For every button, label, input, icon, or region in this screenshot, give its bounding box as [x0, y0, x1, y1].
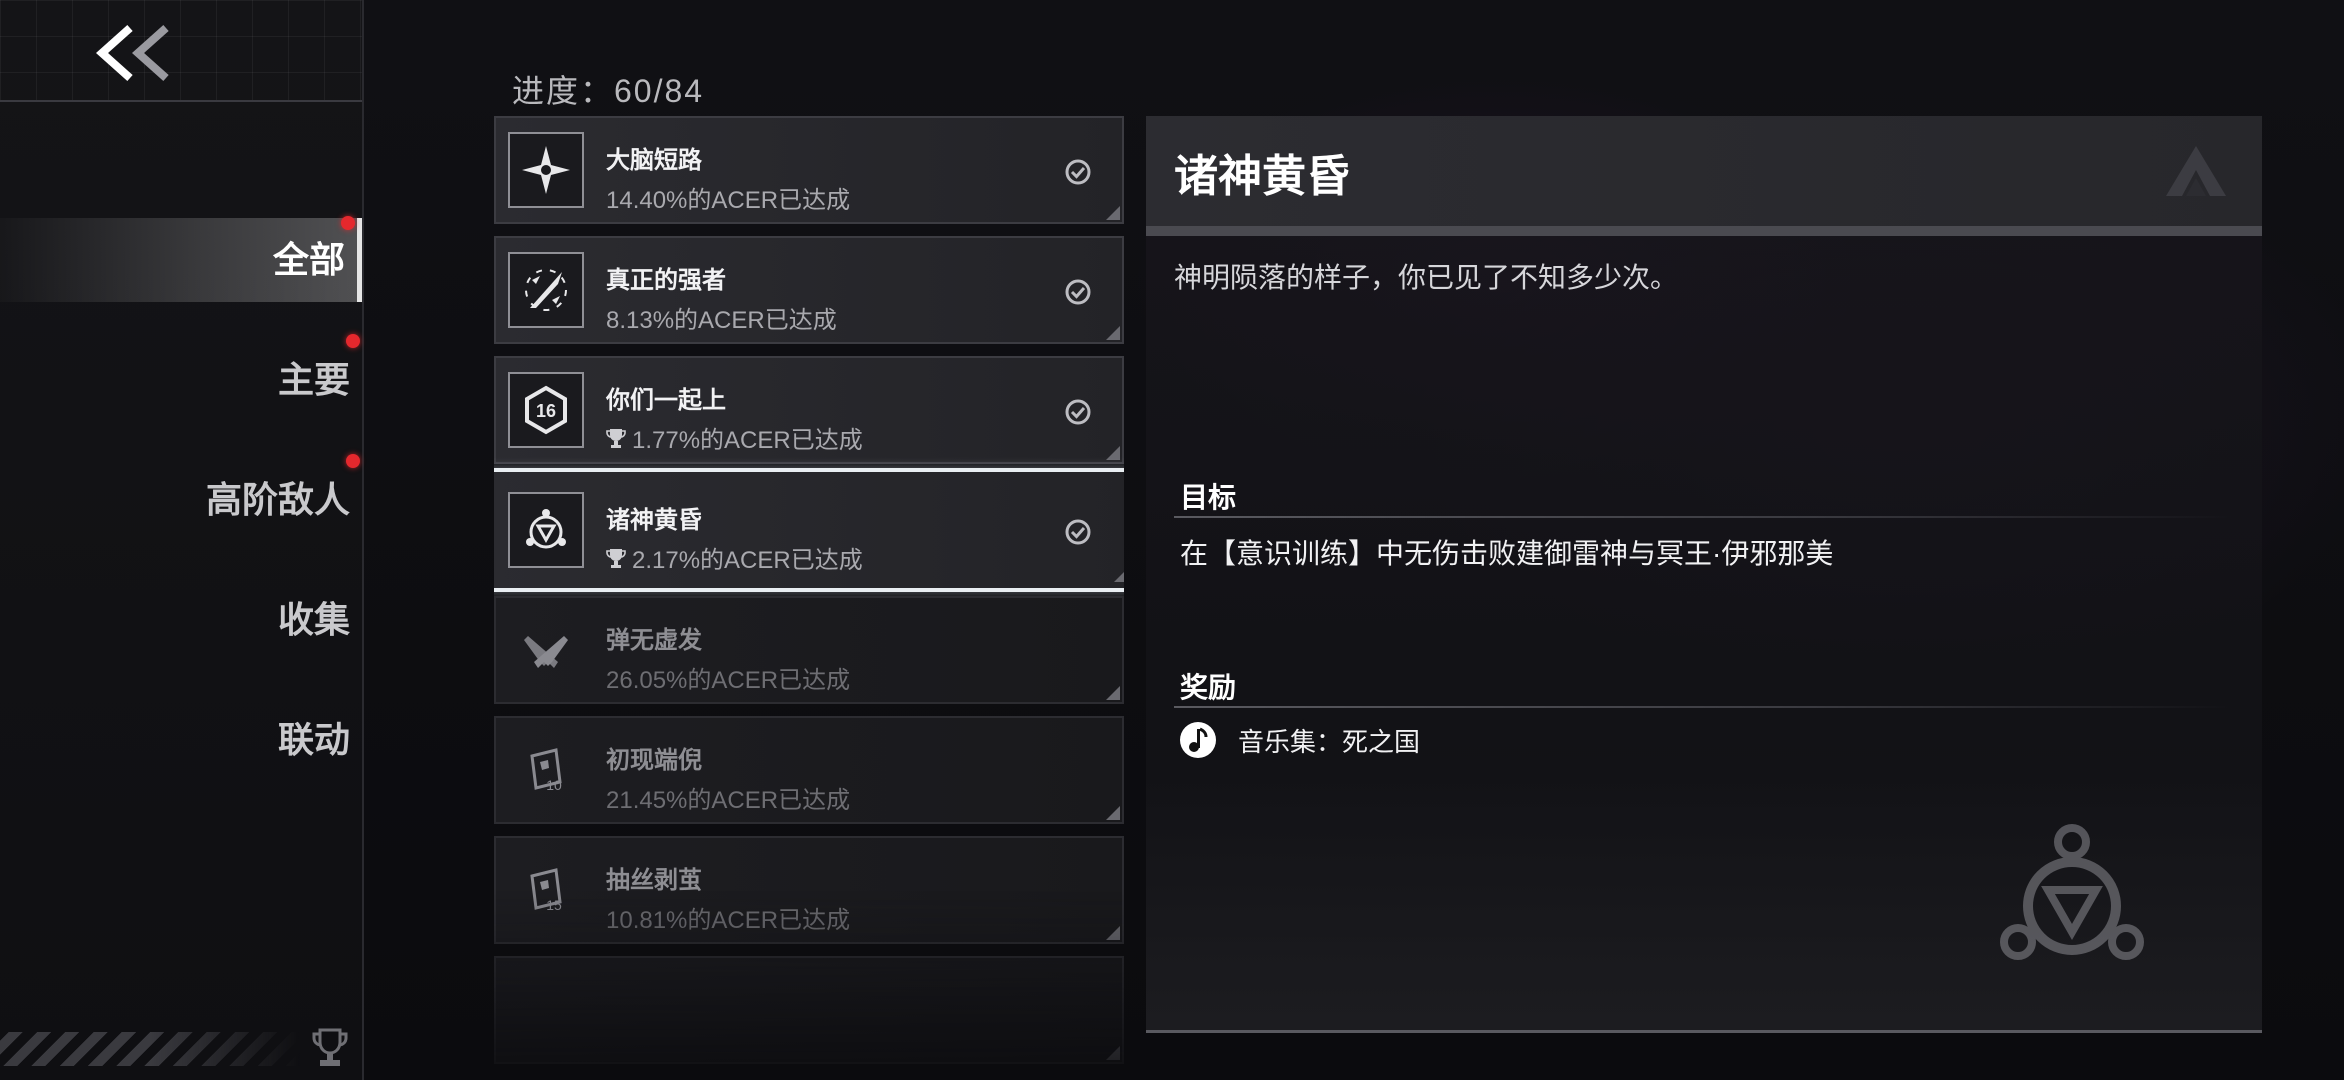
svg-text:16: 16: [536, 401, 556, 421]
card-10-icon: 10: [530, 748, 562, 793]
sidebar-header: [0, 0, 362, 102]
sidebar-item-collection[interactable]: 收集: [278, 578, 350, 662]
goal-text: 在【意识训练】中无伤击败建御雷神与冥王·伊邪那美: [1180, 538, 1834, 569]
card-corner: [1106, 446, 1120, 460]
percent-text: 26.05%的ACER已达成: [606, 667, 851, 694]
sidebar-item-main[interactable]: 主要: [277, 334, 360, 422]
card-corner: [1106, 1046, 1120, 1060]
notification-dot: [346, 334, 360, 348]
check-circle-icon: [1065, 159, 1091, 185]
achievement-percent: 2.17%的ACER已达成: [606, 540, 863, 575]
shuriken-icon: [522, 146, 570, 194]
trinity-emblem-icon: [2000, 824, 2144, 960]
achievement-card-locked[interactable]: 10 初现端倪 21.45%的ACER已达成: [494, 716, 1124, 824]
app-root: 全部 主要 高阶敌人 收集 联动 进度：60/84 大脑短路 14.40%的AC…: [0, 0, 2344, 1080]
achievement-percent: 21.45%的ACER已达成: [606, 780, 850, 815]
detail-header: 诸神黄昏: [1146, 116, 2262, 236]
sidebar-item-label: 联动: [277, 719, 350, 760]
achievement-card[interactable]: 真正的强者 8.13%的ACER已达成: [494, 236, 1124, 344]
divider: [1174, 706, 2234, 708]
card-corner: [1106, 326, 1120, 340]
achievement-detail-panel: 诸神黄昏 神明陨落的样子，你已见了不知多少次。 目标 在【意识训练】中无伤击败建…: [1146, 116, 2262, 1033]
achievement-card-locked[interactable]: [494, 956, 1124, 1064]
card-15-icon: 15: [530, 868, 562, 913]
trophy-icon: [312, 1028, 348, 1066]
card-corner: [1106, 686, 1120, 700]
achievement-badge: [508, 252, 584, 328]
achievement-percent: 10.81%的ACER已达成: [606, 900, 850, 935]
card-corner: [1106, 206, 1120, 220]
achievement-percent: 1.77%的ACER已达成: [606, 420, 863, 455]
notification-dot: [341, 216, 355, 230]
decorative-stripes: [0, 1032, 300, 1066]
notification-dot: [346, 454, 360, 468]
sidebar-item-label: 高阶敌人: [205, 479, 350, 520]
brand-logo-icon: [2166, 146, 2226, 196]
svg-text:10: 10: [546, 777, 562, 793]
achievement-percent: 14.40%的ACER已达成: [606, 180, 850, 215]
sidebar-item-advanced-enemies[interactable]: 高阶敌人: [205, 454, 360, 542]
achievement-percent: 26.05%的ACER已达成: [606, 660, 850, 695]
goal-label: 目标: [1180, 482, 1237, 513]
achievement-title: 真正的强者: [606, 267, 726, 294]
achievement-list[interactable]: 大脑短路 14.40%的ACER已达成 真正的强者 8.13%的ACER已达成: [494, 116, 1124, 1080]
percent-text: 1.77%的ACER已达成: [632, 427, 863, 454]
achievement-card-locked[interactable]: 15 抽丝剥茧 10.81%的ACER已达成: [494, 836, 1124, 944]
trinity-emblem-icon: [526, 509, 566, 549]
achievement-badge: [508, 132, 584, 208]
percent-text: 10.81%的ACER已达成: [606, 907, 851, 934]
progress-counter: 进度：60/84: [512, 73, 705, 109]
achievement-percent: 8.13%的ACER已达成: [606, 300, 837, 335]
trophy-icon: [606, 548, 626, 568]
music-note-icon: [1180, 722, 1216, 758]
reward-text: 音乐集：死之国: [1238, 726, 1421, 757]
achievement-card[interactable]: 16 你们一起上 1.77%的ACER已达成: [494, 356, 1124, 464]
percent-text: 2.17%的ACER已达成: [632, 547, 863, 574]
sidebar-item-label: 全部: [272, 239, 345, 280]
check-circle-icon: [1065, 279, 1091, 305]
achievement-card-selected[interactable]: 诸神黄昏 2.17%的ACER已达成: [494, 468, 1124, 592]
achievement-card[interactable]: 大脑短路 14.40%的ACER已达成: [494, 116, 1124, 224]
achievement-badge: [508, 492, 584, 568]
card-corner: [1106, 806, 1120, 820]
achievement-badge: [508, 612, 584, 688]
achievement-title: 初现端倪: [606, 747, 702, 774]
card-corner: [1114, 568, 1124, 582]
sidebar-item-all[interactable]: 全部: [0, 216, 362, 302]
achievement-title: 弹无虚发: [606, 627, 702, 654]
svg-text:15: 15: [546, 897, 562, 913]
achievement-badge: 16: [508, 372, 584, 448]
achievement-badge: 15: [508, 852, 584, 928]
check-circle-icon: [1065, 519, 1091, 545]
sidebar: 全部 主要 高阶敌人 收集 联动: [0, 0, 364, 1080]
reward-label: 奖励: [1180, 672, 1237, 703]
hexagon-16-icon: 16: [525, 385, 567, 435]
crossed-blades-icon: [525, 269, 567, 311]
percent-text: 14.40%的ACER已达成: [606, 187, 851, 214]
check-circle-icon: [1065, 399, 1091, 425]
detail-title: 诸神黄昏: [1174, 152, 1350, 201]
achievement-card-locked[interactable]: 弹无虚发 26.05%的ACER已达成: [494, 596, 1124, 704]
achievement-badge: 10: [508, 732, 584, 808]
sidebar-item-label: 主要: [277, 359, 350, 400]
sidebar-item-collab[interactable]: 联动: [278, 698, 350, 782]
sidebar-item-label: 收集: [277, 599, 350, 640]
achievement-title: 你们一起上: [606, 387, 726, 414]
back-button[interactable]: [92, 18, 202, 88]
percent-text: 8.13%的ACER已达成: [606, 307, 837, 334]
crossed-pistols-icon: [524, 636, 568, 668]
achievement-title: 大脑短路: [606, 147, 702, 174]
card-corner: [1106, 926, 1120, 940]
achievement-title: 抽丝剥茧: [606, 867, 702, 894]
achievement-title: 诸神黄昏: [606, 507, 702, 534]
percent-text: 21.45%的ACER已达成: [606, 787, 851, 814]
divider: [1174, 516, 2234, 518]
detail-description: 神明陨落的样子，你已见了不知多少次。: [1174, 262, 1679, 293]
trophy-icon: [606, 428, 626, 448]
reward-item[interactable]: 音乐集：死之国: [1178, 720, 1420, 760]
